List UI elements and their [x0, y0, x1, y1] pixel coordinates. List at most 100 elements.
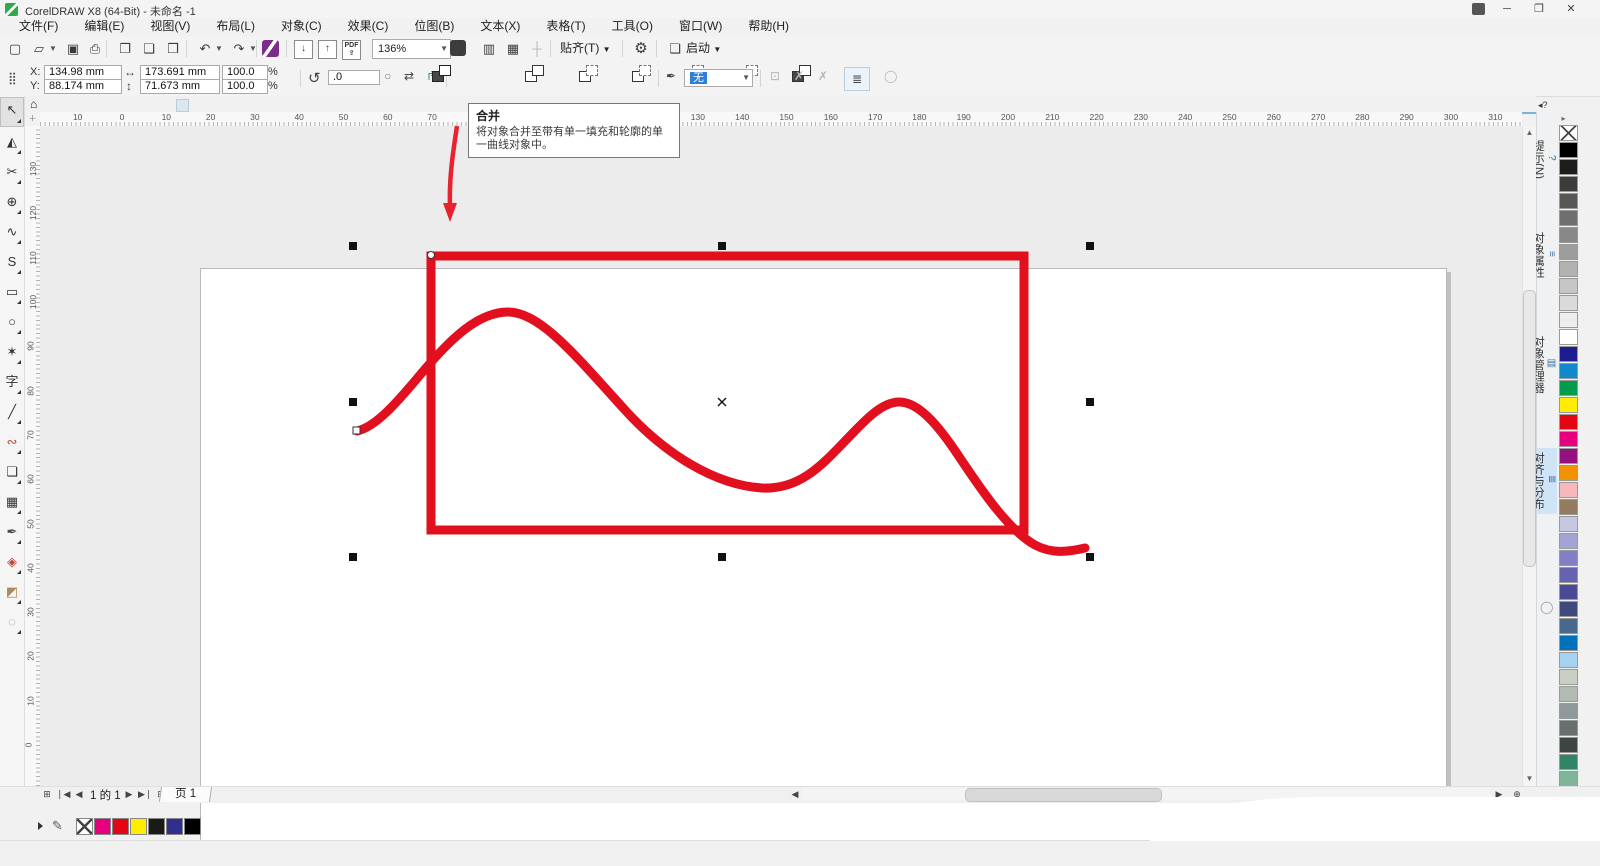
palette-swatch-7fb69a[interactable] — [1559, 771, 1578, 787]
menu-item-6[interactable]: 位图(B) — [401, 18, 467, 35]
palette-scroll-up-icon[interactable]: ▸ — [1557, 112, 1570, 125]
ellipse-tool[interactable]: ○ — [1, 309, 23, 337]
menu-item-4[interactable]: 对象(C) — [268, 18, 335, 35]
transparency-tool[interactable]: ▦ — [1, 489, 23, 517]
minimize-button[interactable]: ─ — [1496, 2, 1518, 16]
menu-item-5[interactable]: 效果(C) — [335, 18, 402, 35]
doc-palette-swatch-none[interactable] — [76, 818, 93, 835]
add-page-before-icon[interactable]: ⊞ — [40, 788, 54, 801]
menu-item-7[interactable]: 文本(X) — [467, 18, 533, 35]
palette-swatch-3e4a7e[interactable] — [1559, 601, 1578, 617]
palette-swatch-6663ae[interactable] — [1559, 567, 1578, 583]
doc-palette-swatch-e6007e[interactable] — [94, 818, 111, 835]
save-icon[interactable]: ▣ — [62, 38, 84, 59]
open-object-styles-icon[interactable]: ◯ — [884, 69, 897, 83]
width-field[interactable]: 173.691 mm — [140, 65, 220, 80]
palette-swatch-2f8565[interactable] — [1559, 754, 1578, 770]
palette-flyout-icon[interactable] — [38, 822, 43, 830]
outline-width-combobox[interactable]: 无 ▼ — [684, 69, 753, 87]
cut-icon[interactable]: ❐ — [114, 38, 136, 59]
docker-tab-2[interactable]: ▤ 对象管理器 — [1532, 332, 1557, 398]
open-icon[interactable]: ▱ — [28, 38, 50, 59]
drop-shadow-tool[interactable]: ❏ — [1, 459, 23, 487]
palette-swatch-c8cfc5[interactable] — [1559, 669, 1578, 685]
last-page-icon[interactable]: ▶❘ — [138, 788, 152, 801]
palette-swatch-0f89ca[interactable] — [1559, 363, 1578, 379]
horizontal-scroll-thumb[interactable] — [965, 788, 1162, 802]
crop-tool[interactable]: ✂ — [1, 159, 23, 187]
doc-palette-swatch-1a1a18[interactable] — [148, 818, 165, 835]
launch-window-icon[interactable]: ❏ — [664, 38, 686, 59]
palette-swatch-ededed[interactable] — [1559, 312, 1578, 328]
menu-item-1[interactable]: 编辑(E) — [71, 18, 137, 35]
connector-tool[interactable]: ∾ — [1, 429, 23, 457]
color-eyedropper-tool[interactable]: ✒ — [1, 519, 23, 547]
first-page-icon[interactable]: ❘◀ — [56, 788, 70, 801]
paste-icon[interactable]: ❒ — [162, 38, 184, 59]
palette-swatch-e6007e[interactable] — [1559, 431, 1578, 447]
doc-palette-swatch-e30613[interactable] — [112, 818, 129, 835]
menu-item-0[interactable]: 文件(F) — [6, 18, 71, 35]
palette-swatch-dadada[interactable] — [1559, 295, 1578, 311]
vertical-ruler[interactable]: 0 10 20 30 40 50 60 70 80 90 100 110 120 130 — [25, 126, 41, 786]
menu-item-2[interactable]: 视图(V) — [137, 18, 203, 35]
drawing-page[interactable] — [200, 268, 1447, 866]
fullscreen-preview-icon[interactable] — [450, 40, 466, 56]
doc-palette-swatch-000000[interactable] — [184, 818, 201, 835]
wrap-text-button[interactable]: ≣ — [844, 67, 870, 91]
palette-swatch-ffffff[interactable] — [1559, 329, 1578, 345]
palette-swatch-c6c6c6[interactable] — [1559, 278, 1578, 294]
palette-swatch-878787[interactable] — [1559, 227, 1578, 243]
palette-swatch-8280c4[interactable] — [1559, 550, 1578, 566]
freehand-tool[interactable]: ∿ — [1, 219, 23, 247]
hscroll-left-icon[interactable]: ◀ — [788, 788, 802, 801]
docker-tab-0[interactable]: ? 提示(N) — [1532, 136, 1557, 183]
restore-button[interactable]: ❐ — [1528, 2, 1550, 16]
curve-open-icon[interactable]: ✗ — [794, 69, 804, 83]
palette-swatch-9d9d9c[interactable] — [1559, 244, 1578, 260]
palette-swatch-3c3c3b[interactable] — [1559, 176, 1578, 192]
palette-swatch-1d1d8f[interactable] — [1559, 346, 1578, 362]
publish-pdf-icon[interactable]: PDF ⇪ — [342, 40, 361, 60]
rectangle-tool[interactable]: ▭ — [1, 279, 23, 307]
interactive-fill-tool[interactable]: ◈ — [1, 549, 23, 577]
palette-swatch-4a4a96[interactable] — [1559, 584, 1578, 600]
undo-dropdown-icon[interactable]: ▼ — [214, 38, 224, 59]
palette-swatch-3d4543[interactable] — [1559, 737, 1578, 753]
vertical-scroll-thumb[interactable] — [1523, 290, 1536, 567]
show-rulers-icon[interactable]: ▥ — [478, 38, 500, 59]
options-gear-icon[interactable]: ⚙ — [630, 38, 652, 59]
trim-button[interactable] — [523, 63, 547, 83]
taskbar-icon[interactable] — [1472, 3, 1485, 15]
docker-tab-1[interactable]: ≡ 对象属性 — [1532, 228, 1557, 282]
snap-to-button[interactable]: 贴齐(T) ▼ — [560, 38, 611, 59]
parallel-dimension-tool[interactable]: ╱ — [1, 399, 23, 427]
undo-icon[interactable]: ↶ — [194, 38, 216, 59]
bspline-tool[interactable]: S — [1, 249, 23, 277]
menu-item-9[interactable]: 工具(O) — [599, 18, 666, 35]
home-icon[interactable]: ⌂ — [30, 97, 37, 111]
polygon-tool[interactable]: ✶ — [1, 339, 23, 367]
launch-button[interactable]: 启动 ▼ — [686, 38, 721, 59]
mirror-horizontal-icon[interactable]: ⇄ — [404, 69, 414, 83]
palette-swatch-000000[interactable] — [1559, 142, 1578, 158]
palette-swatch-48698c[interactable] — [1559, 618, 1578, 634]
intersect-button[interactable] — [577, 63, 601, 83]
doc-palette-swatch-312f8e[interactable] — [166, 818, 183, 835]
zoom-tool[interactable]: ⊕ — [1, 189, 23, 217]
previous-page-icon[interactable]: ◀ — [72, 788, 86, 801]
palette-swatch-706f6f[interactable] — [1559, 210, 1578, 226]
y-position-field[interactable]: 88.174 mm — [44, 79, 122, 94]
copy-icon[interactable]: ❏ — [138, 38, 160, 59]
palette-swatch-68706f[interactable] — [1559, 720, 1578, 736]
menu-item-11[interactable]: 帮助(H) — [735, 18, 802, 35]
palette-swatch-a3a3d4[interactable] — [1559, 533, 1578, 549]
docker-collapse-icon[interactable]: ◂? — [1538, 100, 1548, 111]
pick-tool[interactable]: ↖ — [0, 97, 24, 127]
close-button[interactable]: ✕ — [1560, 2, 1582, 16]
simplify-button[interactable] — [630, 63, 654, 83]
scroll-up-icon[interactable]: ▲ — [1523, 126, 1536, 139]
print-icon[interactable]: ⎙ — [84, 38, 106, 59]
palette-swatch-f39200[interactable] — [1559, 465, 1578, 481]
palette-swatch-009e4c[interactable] — [1559, 380, 1578, 396]
